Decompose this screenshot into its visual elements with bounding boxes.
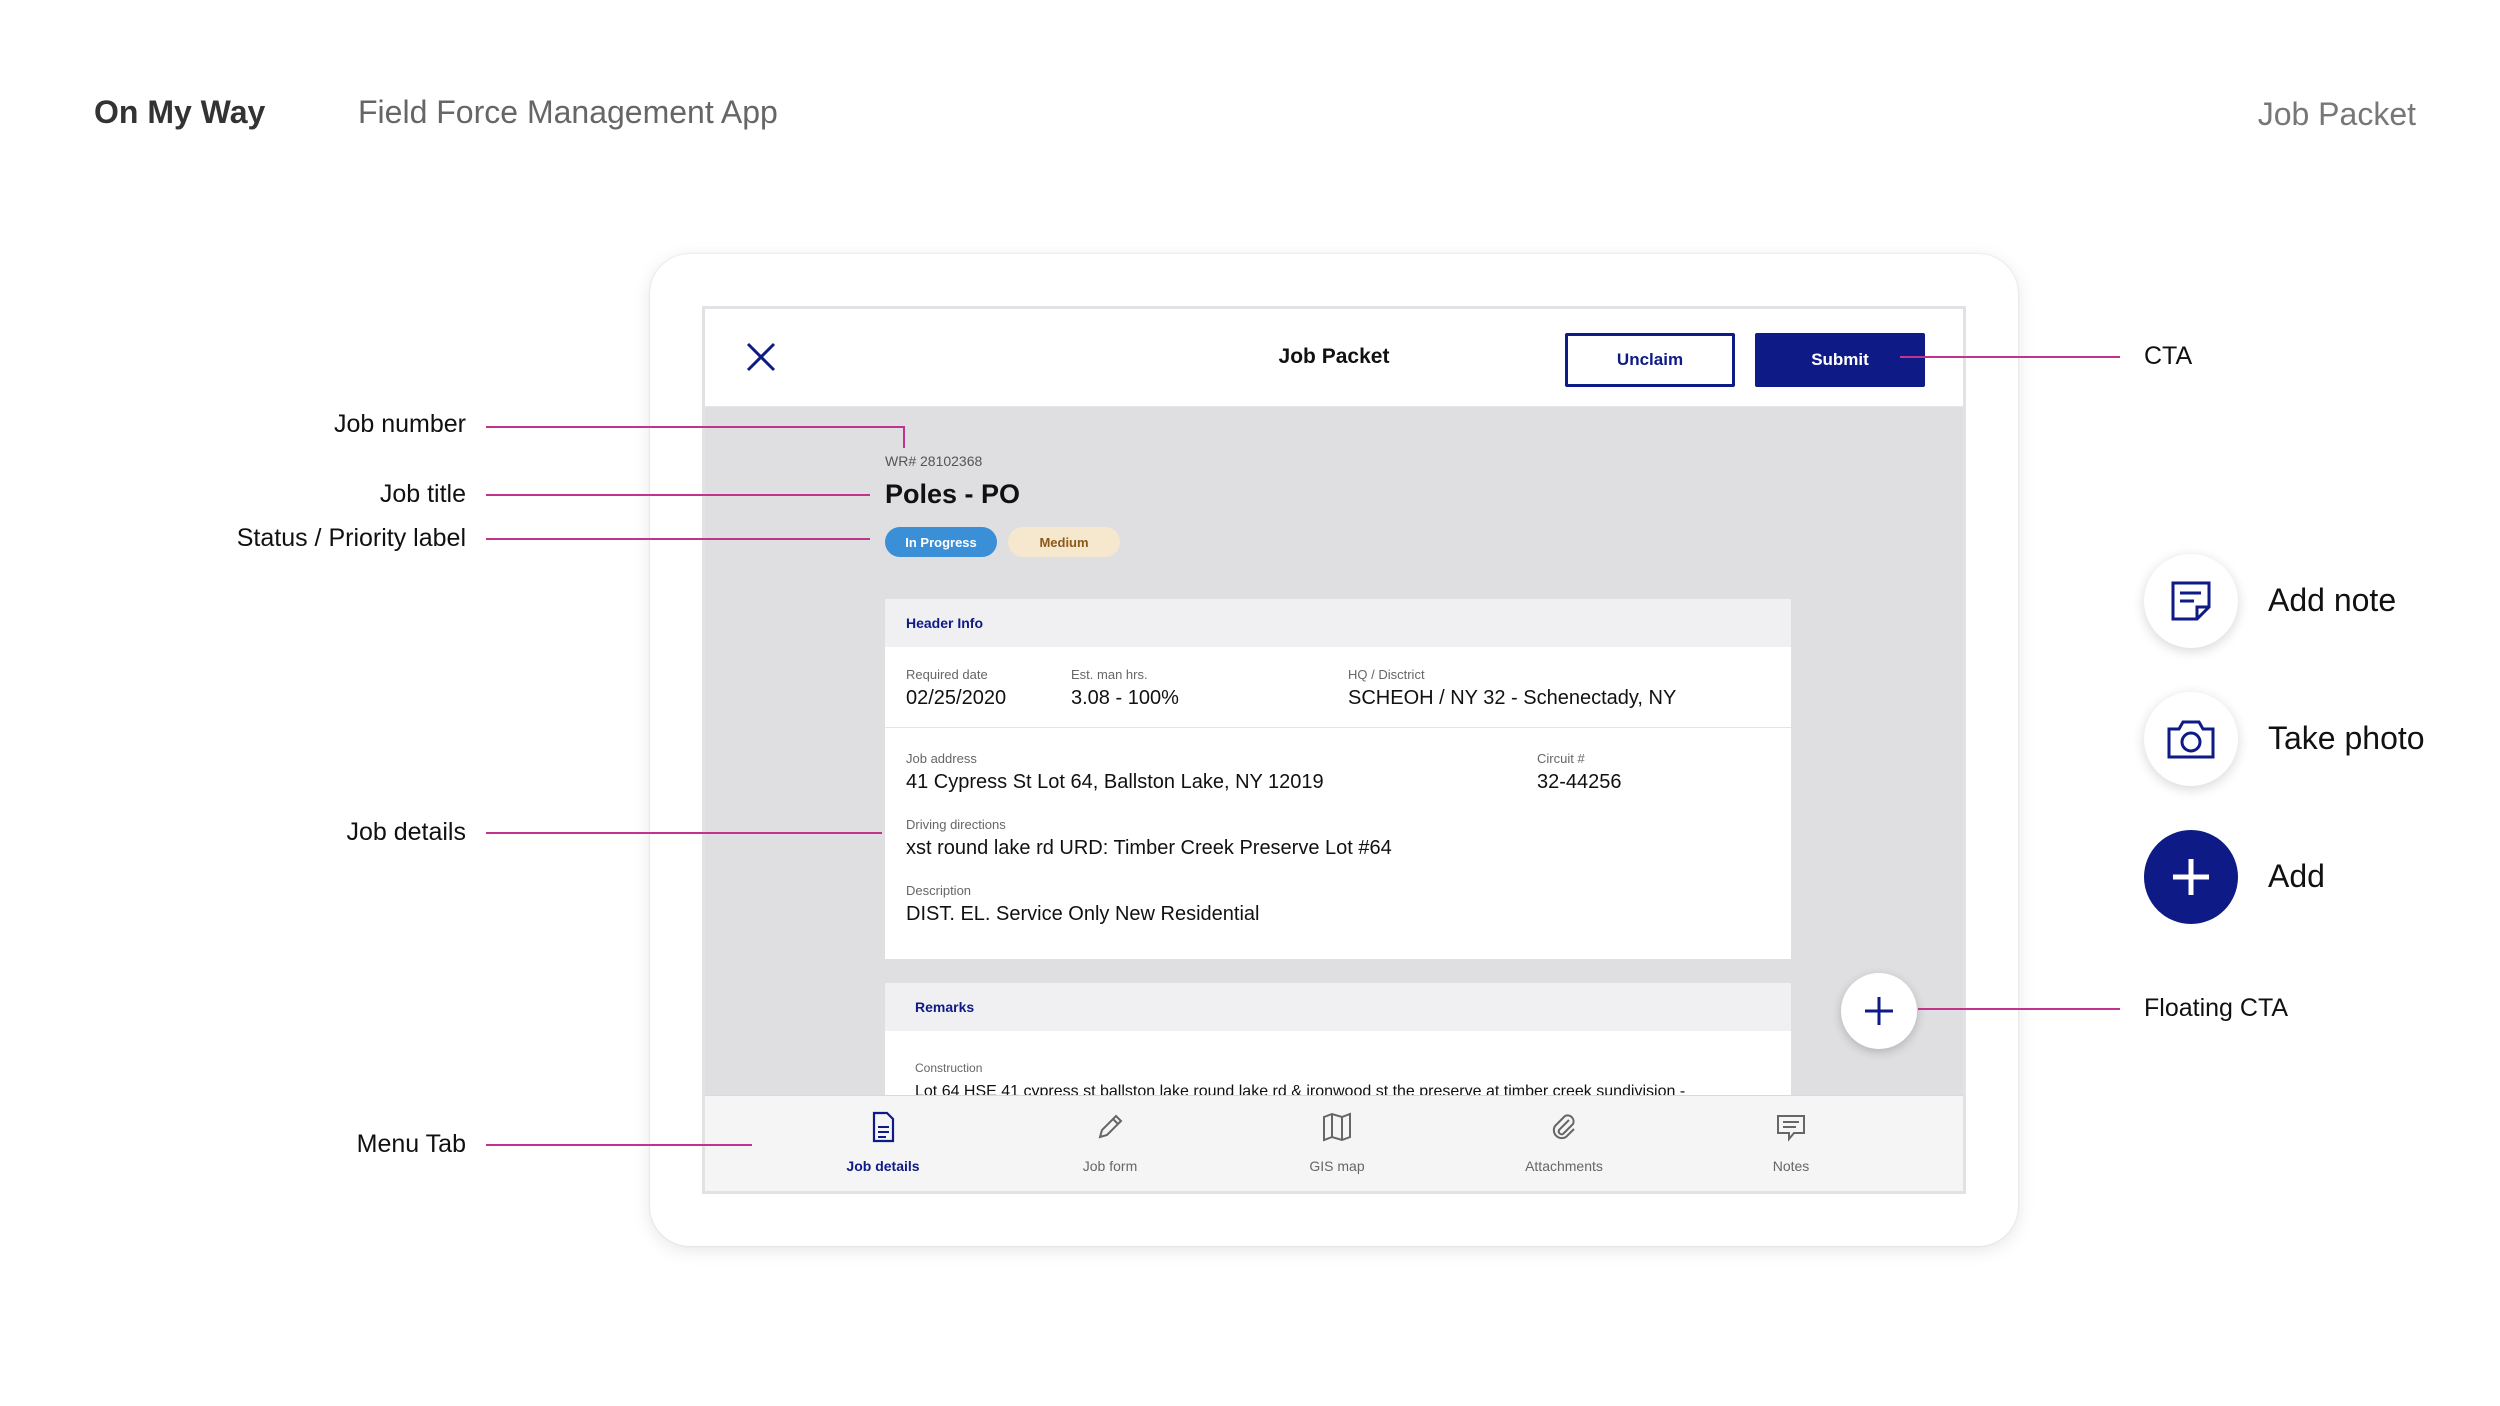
description-label: Description [906,883,972,898]
annotation-line [486,1144,752,1146]
man-hours-value: 3.08 - 100% [1071,687,1179,709]
circuit-label: Circuit # [1537,751,1585,766]
plus-icon [2173,859,2209,895]
required-date-label: Required date [906,667,988,682]
man-hours-label: Est. man hrs. [1071,667,1148,682]
tab-label: Job form [1082,1158,1138,1174]
tab-gis-map[interactable]: GIS map [1257,1110,1417,1174]
job-address-label: Job address [906,751,977,766]
tab-job-form[interactable]: Job form [1030,1110,1190,1174]
job-address-value: 41 Cypress St Lot 64, Ballston Lake, NY … [906,771,1324,793]
tab-notes[interactable]: Notes [1711,1110,1871,1174]
tab-job-details[interactable]: Job details [803,1110,963,1174]
app-topbar: Job Packet Unclaim Submit [705,309,1963,407]
camera-icon [2167,720,2215,759]
annotation-line [1900,356,2120,358]
tab-label: Attachments [1525,1158,1603,1174]
presentation-section-title: Job Packet [2257,96,2416,132]
tab-label: Notes [1772,1158,1810,1174]
document-icon [872,1111,895,1143]
construction-label: Construction [915,1061,983,1075]
annotation-line [486,494,870,496]
status-badge: In Progress [885,527,997,557]
annotation-job-details: Job details [346,818,466,846]
card-divider [885,727,1791,728]
remarks-title: Remarks [885,983,1791,1031]
app-screen: Job Packet Unclaim Submit WR# 28102368 P… [702,306,1966,1194]
header-info-title: Header Info [885,599,1791,647]
map-icon [1323,1112,1351,1142]
add-button[interactable] [2144,830,2238,924]
paperclip-icon [1552,1114,1575,1140]
notes-icon [1777,1115,1805,1142]
annotation-line [486,832,882,834]
hq-district-value: SCHEOH / NY 32 - Schenectady, NY [1348,687,1677,709]
tab-label: GIS map [1309,1158,1365,1174]
annotation-menu-tab: Menu Tab [356,1130,466,1158]
legend-take-photo: Take photo [2268,720,2425,756]
tab-attachments[interactable]: Attachments [1484,1110,1644,1174]
presentation-brand: On My Way [94,94,266,130]
priority-badge: Medium [1008,527,1120,557]
annotation-line [486,426,904,428]
driving-directions-label: Driving directions [906,817,1006,832]
annotation-line [1918,1008,2120,1010]
annotation-line [486,538,870,540]
annotation-floating-cta: Floating CTA [2144,994,2289,1022]
pencil-icon [1098,1114,1123,1139]
annotation-line [903,426,905,448]
take-photo-button[interactable] [2144,692,2238,786]
note-icon [2171,581,2211,621]
driving-directions-value: xst round lake rd URD: Timber Creek Pres… [906,837,1392,859]
bottom-menu-tabs: Job details Job form GIS map Attachments [705,1095,1963,1191]
hq-district-label: HQ / Disctrict [1348,667,1425,682]
plus-icon [1865,997,1893,1025]
annotation-job-number: Job number [333,410,466,438]
annotation-job-title: Job title [379,480,466,508]
legend-add-note: Add note [2268,582,2397,618]
job-title: Poles - PO [885,479,1021,509]
description-value: DIST. EL. Service Only New Residential [906,903,1260,925]
header-info-card: Header Info Required date 02/25/2020 Est… [885,599,1791,959]
add-note-button[interactable] [2144,554,2238,648]
floating-add-button[interactable] [1841,973,1917,1049]
annotation-status-priority: Status / Priority label [236,524,466,552]
annotation-cta: CTA [2144,342,2193,370]
submit-button[interactable]: Submit [1755,333,1925,387]
legend-add: Add [2268,858,2325,894]
unclaim-button[interactable]: Unclaim [1565,333,1735,387]
job-number: WR# 28102368 [885,453,983,469]
required-date-value: 02/25/2020 [906,687,1007,709]
tab-label: Job details [846,1158,920,1174]
presentation-subtitle: Field Force Management App [358,94,778,130]
circuit-value: 32-44256 [1537,771,1622,793]
